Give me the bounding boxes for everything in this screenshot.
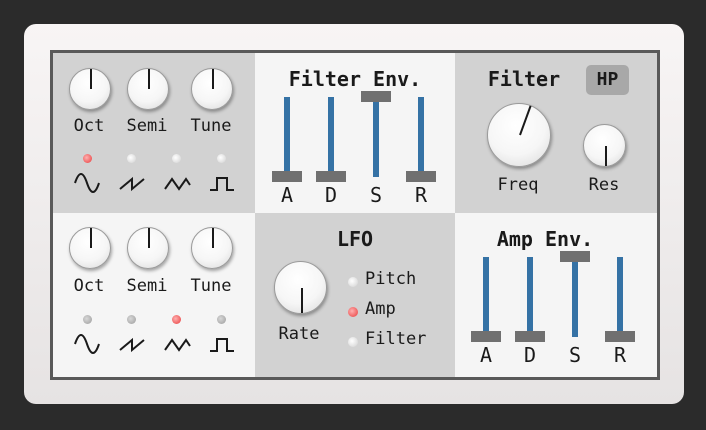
sine-wave-icon[interactable] (73, 173, 101, 193)
lfo-pitch-radio[interactable] (348, 277, 358, 287)
saw-wave-icon[interactable] (118, 173, 146, 193)
amp-env-section: Amp Env. A D S R (455, 213, 657, 377)
lfo-amp-radio[interactable] (348, 307, 358, 317)
osc2-tune-knob[interactable] (191, 227, 233, 269)
osc2-semi-knob[interactable] (127, 227, 169, 269)
amp-env-title: Amp Env. (496, 227, 594, 251)
filter-title: Filter (487, 67, 561, 91)
filter-env-s-label: S (369, 183, 383, 207)
lfo-rate-knob[interactable] (274, 261, 327, 314)
synth-frame: Oct Semi Tune Filter Env. A D S R Filter… (50, 50, 660, 380)
filter-section: Filter HP Freq Res (455, 53, 657, 213)
osc1-tune-knob[interactable] (191, 68, 233, 110)
osc1-square-led (217, 154, 226, 163)
osc1-sine-led (83, 154, 92, 163)
square-wave-icon[interactable] (208, 173, 236, 193)
osc2-section: Oct Semi Tune (53, 213, 255, 377)
osc1-tune-label: Tune (190, 116, 232, 136)
filter-env-slider-r-handle[interactable] (406, 171, 436, 182)
filter-env-slider-r-track[interactable] (418, 97, 424, 177)
osc2-square-led (217, 315, 226, 324)
filter-mode-button[interactable]: HP (586, 65, 629, 95)
osc1-semi-label: Semi (126, 116, 168, 136)
filter-freq-knob[interactable] (487, 103, 551, 167)
amp-env-slider-a-handle[interactable] (471, 331, 501, 342)
osc2-saw-led (127, 315, 136, 324)
osc2-tune-label: Tune (190, 276, 232, 296)
square-wave-icon[interactable] (208, 334, 236, 354)
amp-env-slider-d-handle[interactable] (515, 331, 545, 342)
lfo-rate-label: Rate (278, 324, 320, 344)
osc1-oct-label: Oct (73, 116, 105, 136)
lfo-filter-radio[interactable] (348, 337, 358, 347)
triangle-wave-icon[interactable] (163, 173, 191, 193)
lfo-filter-label: Filter (365, 329, 427, 349)
lfo-section: LFO Rate Pitch Amp Filter (255, 213, 455, 377)
osc1-saw-led (127, 154, 136, 163)
filter-freq-label: Freq (497, 175, 539, 195)
amp-env-d-label: D (523, 343, 537, 367)
filter-env-r-label: R (414, 183, 428, 207)
osc2-sine-led (83, 315, 92, 324)
amp-env-slider-a-track[interactable] (483, 257, 489, 337)
amp-env-s-label: S (568, 343, 582, 367)
amp-env-slider-d-track[interactable] (527, 257, 533, 337)
osc1-section: Oct Semi Tune (53, 53, 255, 213)
filter-env-title: Filter Env. (288, 67, 422, 91)
lfo-amp-label: Amp (365, 299, 396, 319)
osc1-triangle-led (172, 154, 181, 163)
filter-env-slider-a-track[interactable] (284, 97, 290, 177)
osc2-semi-label: Semi (126, 276, 168, 296)
amp-env-r-label: R (613, 343, 627, 367)
lfo-pitch-label: Pitch (365, 269, 417, 289)
amp-env-slider-r-handle[interactable] (605, 331, 635, 342)
filter-env-d-label: D (324, 183, 338, 207)
filter-env-slider-d-track[interactable] (328, 97, 334, 177)
filter-env-slider-s-handle[interactable] (361, 91, 391, 102)
osc1-oct-knob[interactable] (69, 68, 111, 110)
amp-env-slider-s-handle[interactable] (560, 251, 590, 262)
lfo-title: LFO (336, 227, 374, 251)
amp-env-a-label: A (479, 343, 493, 367)
filter-env-section: Filter Env. A D S R (255, 53, 455, 213)
filter-env-slider-d-handle[interactable] (316, 171, 346, 182)
amp-env-slider-r-track[interactable] (617, 257, 623, 337)
amp-env-slider-s-track[interactable] (572, 257, 578, 337)
osc2-oct-knob[interactable] (69, 227, 111, 269)
filter-env-a-label: A (280, 183, 294, 207)
saw-wave-icon[interactable] (118, 334, 146, 354)
filter-res-knob[interactable] (583, 124, 626, 167)
triangle-wave-icon[interactable] (163, 334, 191, 354)
sine-wave-icon[interactable] (73, 334, 101, 354)
filter-res-label: Res (588, 175, 620, 195)
filter-env-slider-a-handle[interactable] (272, 171, 302, 182)
osc2-oct-label: Oct (73, 276, 105, 296)
osc1-semi-knob[interactable] (127, 68, 169, 110)
filter-env-slider-s-track[interactable] (373, 97, 379, 177)
osc2-triangle-led (172, 315, 181, 324)
